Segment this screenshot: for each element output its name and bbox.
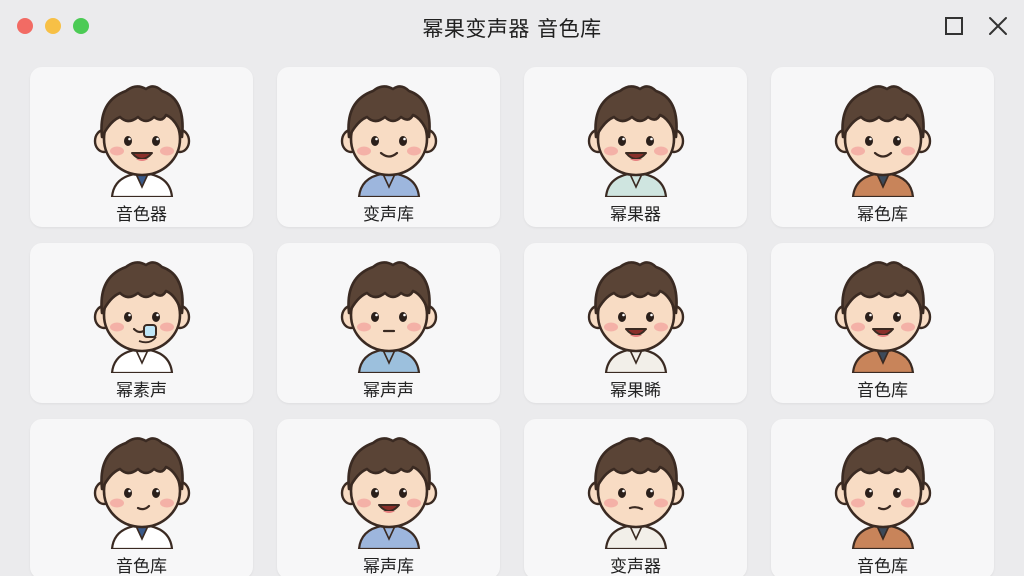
voice-avatar-icon bbox=[825, 431, 941, 551]
voice-card[interactable]: 音色器 bbox=[30, 67, 253, 227]
voice-label: 音色库 bbox=[116, 557, 167, 576]
voice-card[interactable]: 音色库 bbox=[30, 419, 253, 576]
title-bar: 幂果变声器 音色库 bbox=[0, 0, 1024, 52]
voice-card[interactable]: 变声器 bbox=[524, 419, 747, 576]
app-window: 幂果变声器 音色库 音色器 变声库 幂果器 幂色库 幂素声 幂声声 幂果睎 音色库 音色库 幂声库… bbox=[0, 0, 1024, 576]
voice-label: 音色库 bbox=[857, 381, 908, 401]
voice-avatar-icon bbox=[331, 79, 447, 199]
voice-card[interactable]: 幂素声 bbox=[30, 243, 253, 403]
voice-avatar-icon bbox=[331, 431, 447, 551]
voice-label: 幂果睎 bbox=[610, 381, 661, 401]
voice-avatar-icon bbox=[84, 79, 200, 199]
voice-card[interactable]: 变声库 bbox=[277, 67, 500, 227]
voice-label: 变声库 bbox=[363, 205, 414, 225]
voice-card[interactable]: 音色库 bbox=[771, 419, 994, 576]
voice-label: 变声器 bbox=[610, 557, 661, 576]
voice-avatar-icon bbox=[331, 255, 447, 375]
voice-avatar-icon bbox=[578, 255, 694, 375]
voice-avatar-icon bbox=[578, 79, 694, 199]
voice-card[interactable]: 幂声库 bbox=[277, 419, 500, 576]
voice-avatar-icon bbox=[84, 255, 200, 375]
voice-card[interactable]: 幂色库 bbox=[771, 67, 994, 227]
voice-card[interactable]: 幂声声 bbox=[277, 243, 500, 403]
voice-label: 音色库 bbox=[857, 557, 908, 576]
window-title: 幂果变声器 音色库 bbox=[422, 17, 602, 41]
voice-card[interactable]: 幂果睎 bbox=[524, 243, 747, 403]
voice-label: 幂声声 bbox=[363, 381, 414, 401]
voice-label: 幂色库 bbox=[857, 205, 908, 225]
voice-card[interactable]: 音色库 bbox=[771, 243, 994, 403]
voice-label: 幂素声 bbox=[116, 381, 167, 401]
voice-label: 幂声库 bbox=[363, 557, 414, 576]
maximize-button[interactable] bbox=[943, 15, 965, 37]
close-icon bbox=[989, 17, 1007, 35]
voice-avatar-icon bbox=[578, 431, 694, 551]
voice-card[interactable]: 幂果器 bbox=[524, 67, 747, 227]
voice-grid: 音色器 变声库 幂果器 幂色库 幂素声 幂声声 幂果睎 音色库 音色库 幂声库 变声器 音色库 bbox=[30, 67, 994, 576]
voice-label: 音色器 bbox=[116, 205, 167, 225]
voice-avatar-icon bbox=[84, 431, 200, 551]
voice-avatar-icon bbox=[825, 255, 941, 375]
voice-avatar-icon bbox=[825, 79, 941, 199]
close-button[interactable] bbox=[987, 15, 1009, 37]
voice-label: 幂果器 bbox=[610, 205, 661, 225]
maximize-icon bbox=[945, 17, 963, 35]
